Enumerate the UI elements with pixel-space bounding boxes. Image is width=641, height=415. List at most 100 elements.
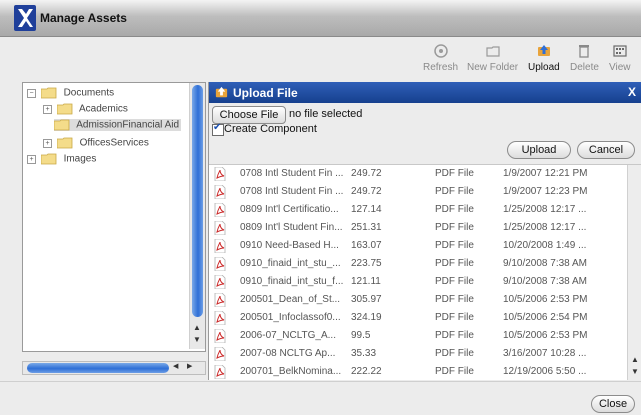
folder-icon bbox=[56, 137, 73, 149]
file-date: 9/10/2008 7:38 AM bbox=[503, 258, 587, 269]
delete-button[interactable]: Delete bbox=[570, 43, 599, 73]
file-date: 10/5/2006 2:53 PM bbox=[503, 294, 588, 305]
file-type: PDF File bbox=[435, 348, 474, 359]
file-name: 0809 Int'l Certificatio... bbox=[240, 204, 339, 215]
file-row[interactable]: 0910 Need-Based H... 163.07 PDF File 10/20/… bbox=[209, 237, 627, 255]
pdf-file-icon bbox=[214, 365, 226, 379]
file-type: PDF File bbox=[435, 240, 474, 251]
file-date: 10/5/2006 2:53 PM bbox=[503, 330, 588, 341]
file-type: PDF File bbox=[435, 168, 474, 179]
tree-label-academics: Academics bbox=[79, 103, 128, 115]
collapse-icon[interactable]: − bbox=[27, 88, 36, 98]
file-date: 1/25/2008 12:17 ... bbox=[503, 222, 587, 233]
file-size: 305.97 bbox=[351, 294, 382, 305]
file-date: 1/9/2007 12:23 PM bbox=[503, 186, 588, 197]
file-row[interactable]: 0708 Intl Student Fin ... 249.72 PDF File 1… bbox=[209, 165, 627, 183]
file-size: 163.07 bbox=[351, 240, 382, 251]
upload-icon bbox=[537, 45, 550, 56]
file-row[interactable]: 200501_Dean_of_St... 305.97 PDF File 10/5/2… bbox=[209, 291, 627, 309]
file-size: 35.33 bbox=[351, 348, 377, 359]
file-name: 0910_finaid_int_stu_... bbox=[240, 258, 341, 269]
expand-icon[interactable]: + bbox=[43, 104, 52, 114]
file-type: PDF File bbox=[435, 186, 474, 197]
pdf-file-icon bbox=[214, 185, 226, 199]
choose-file-button[interactable]: Choose File bbox=[212, 106, 286, 124]
upload-label: Upload bbox=[528, 62, 560, 73]
tree-label-documents: Documents bbox=[63, 87, 115, 99]
file-row[interactable]: 0809 Int'l Student Fin... 251.31 PDF File 1… bbox=[209, 219, 627, 237]
upload-panel-header: Upload File X bbox=[209, 82, 641, 103]
file-row[interactable]: 200501_Infoclassof0... 324.19 PDF File 10/5… bbox=[209, 309, 627, 327]
pdf-file-icon bbox=[214, 221, 226, 235]
file-row[interactable]: 0809 Int'l Certificatio... 127.14 PDF File… bbox=[209, 201, 627, 219]
expand-icon[interactable]: + bbox=[43, 138, 52, 148]
tree-scroll-thumb[interactable] bbox=[192, 85, 203, 317]
file-type: PDF File bbox=[435, 258, 474, 269]
cancel-button[interactable]: Cancel bbox=[577, 141, 635, 159]
pdf-file-icon bbox=[214, 167, 226, 181]
dialog-footer: Close bbox=[0, 381, 641, 415]
file-name: 200701_BelkNomina... bbox=[240, 366, 342, 377]
scroll-left-arrow-icon[interactable]: ◀ bbox=[173, 362, 178, 370]
file-type: PDF File bbox=[435, 330, 474, 341]
create-component-checkbox[interactable] bbox=[212, 122, 224, 136]
file-date: 1/25/2008 12:17 ... bbox=[503, 204, 587, 215]
tree-node-offices-services[interactable]: + OfficesServices bbox=[43, 137, 149, 149]
scroll-up-arrow-icon[interactable]: ▲ bbox=[193, 323, 201, 332]
file-date: 10/5/2006 2:54 PM bbox=[503, 312, 588, 323]
view-button[interactable]: View bbox=[609, 43, 631, 73]
tree-label-admission: AdmissionFinancial Aid bbox=[76, 119, 180, 131]
manage-assets-window: Manage Assets Refresh New Folder Upload bbox=[0, 0, 641, 415]
title-bar: Manage Assets bbox=[0, 0, 641, 37]
file-type: PDF File bbox=[435, 366, 474, 377]
tree-node-images[interactable]: + Images bbox=[27, 153, 96, 165]
file-name: 0809 Int'l Student Fin... bbox=[240, 222, 343, 233]
pdf-file-icon bbox=[214, 257, 226, 271]
tree-node-academics[interactable]: + Academics bbox=[43, 103, 128, 115]
file-type: PDF File bbox=[435, 276, 474, 287]
file-row[interactable]: 0910_finaid_int_stu_f... 121.11 PDF File 9/… bbox=[209, 273, 627, 291]
pdf-file-icon bbox=[214, 203, 226, 217]
refresh-button[interactable]: Refresh bbox=[423, 43, 458, 73]
file-row[interactable]: 0910_finaid_int_stu_... 223.75 PDF File 9/1… bbox=[209, 255, 627, 273]
toolbar: Refresh New Folder Upload Delete View bbox=[0, 37, 641, 81]
tree-horizontal-scrollbar[interactable]: ◀ ▶ bbox=[22, 361, 206, 375]
trash-icon bbox=[579, 45, 590, 58]
file-date: 10/20/2008 1:49 ... bbox=[503, 240, 587, 251]
folder-icon bbox=[40, 87, 57, 99]
create-component-label: Create Component bbox=[224, 123, 317, 135]
file-size: 249.72 bbox=[351, 168, 382, 179]
grid-view-icon bbox=[613, 45, 627, 57]
scroll-right-arrow-icon[interactable]: ▶ bbox=[187, 362, 192, 370]
file-name: 0910 Need-Based H... bbox=[240, 240, 339, 251]
file-list-scrollbar[interactable]: ▲ ▼ bbox=[627, 165, 641, 380]
tree-vertical-scrollbar[interactable]: ▲ ▼ bbox=[189, 83, 205, 349]
tree-label-offices: OfficesServices bbox=[79, 137, 149, 149]
pdf-file-icon bbox=[214, 239, 226, 253]
scroll-down-arrow-icon[interactable]: ▼ bbox=[631, 367, 639, 376]
pdf-file-icon bbox=[214, 311, 226, 325]
file-date: 12/19/2006 5:50 ... bbox=[503, 366, 587, 377]
upload-icon bbox=[215, 86, 228, 98]
close-upload-panel-button[interactable]: X bbox=[628, 85, 636, 99]
new-folder-button[interactable]: New Folder bbox=[467, 43, 518, 73]
upload-button[interactable]: Upload bbox=[528, 43, 560, 73]
scroll-down-arrow-icon[interactable]: ▼ bbox=[193, 335, 201, 344]
tree-node-documents[interactable]: − Documents bbox=[27, 87, 114, 99]
file-row[interactable]: 200701_BelkNomina... 222.22 PDF File 12/19/… bbox=[209, 363, 627, 380]
file-row[interactable]: 2007-08 NCLTG Ap... 35.33 PDF File 3/16/200… bbox=[209, 345, 627, 363]
expand-icon[interactable]: + bbox=[27, 154, 36, 164]
file-row[interactable]: 0708 Intl Student Fin ... 249.72 PDF File 1… bbox=[209, 183, 627, 201]
tree-label-images: Images bbox=[63, 153, 97, 165]
tree-node-admission-financial-aid[interactable]: AdmissionFinancial Aid bbox=[54, 119, 182, 131]
file-row[interactable]: 2006-07_NCLTG_A... 99.5 PDF File 10/5/2006 … bbox=[209, 327, 627, 345]
upload-submit-button[interactable]: Upload bbox=[507, 141, 571, 159]
scroll-up-arrow-icon[interactable]: ▲ bbox=[631, 355, 639, 364]
app-logo-icon bbox=[14, 5, 36, 31]
refresh-icon bbox=[433, 44, 448, 58]
close-button[interactable]: Close bbox=[591, 395, 635, 413]
file-type: PDF File bbox=[435, 312, 474, 323]
tree-hscroll-thumb[interactable] bbox=[27, 363, 169, 373]
file-name: 0910_finaid_int_stu_f... bbox=[240, 276, 344, 287]
pdf-file-icon bbox=[214, 347, 226, 361]
